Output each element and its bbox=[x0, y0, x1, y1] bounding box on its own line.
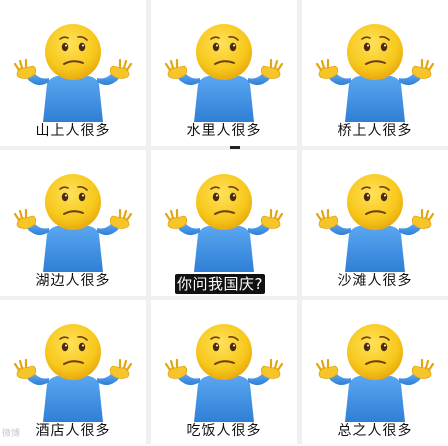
center-caption: 你问我国庆? bbox=[175, 274, 265, 294]
grid-divider bbox=[0, 146, 448, 150]
tile-caption: 湖边人很多 bbox=[35, 273, 111, 289]
tile-beach: 沙滩人很多 bbox=[302, 150, 448, 296]
tile-water: 水里人很多 bbox=[151, 0, 297, 146]
tile-caption: 沙滩人很多 bbox=[337, 273, 413, 289]
shrug-emoji-icon bbox=[164, 172, 284, 272]
grid-divider bbox=[297, 0, 302, 444]
small-mark bbox=[230, 146, 240, 149]
watermark: 微博 bbox=[2, 429, 21, 439]
shrug-emoji-icon bbox=[315, 172, 435, 272]
shrug-emoji-icon bbox=[164, 322, 284, 422]
tile-caption: 酒店人很多 bbox=[35, 423, 111, 439]
tile-dining: 吃饭人很多 bbox=[151, 300, 297, 446]
shrug-emoji-icon bbox=[164, 22, 284, 122]
tile-caption: 水里人很多 bbox=[186, 123, 262, 139]
shrug-emoji-icon bbox=[13, 172, 133, 272]
tile-caption: 桥上人很多 bbox=[337, 123, 413, 139]
tile-mountain: 山上人很多 bbox=[0, 0, 146, 146]
shrug-emoji-icon bbox=[13, 322, 133, 422]
tile-caption: 总之人很多 bbox=[337, 423, 413, 439]
tile-lake: 湖边人很多 bbox=[0, 150, 146, 296]
shrug-emoji-icon bbox=[315, 322, 435, 422]
tile-caption: 吃饭人很多 bbox=[186, 423, 262, 439]
shrug-emoji-icon bbox=[315, 22, 435, 122]
tile-caption: 山上人很多 bbox=[35, 123, 111, 139]
shrug-emoji-icon bbox=[13, 22, 133, 122]
emoji-grid: 山上人很多 水里人很多 桥上人很多 湖边人很多 沙滩人很多 酒店人很多 吃饭人很… bbox=[0, 0, 448, 446]
grid-divider bbox=[0, 296, 448, 300]
tile-bridge: 桥上人很多 bbox=[302, 0, 448, 146]
tile-summary: 总之人很多 bbox=[302, 300, 448, 446]
tile-hotel: 酒店人很多 bbox=[0, 300, 146, 446]
grid-divider bbox=[146, 0, 151, 444]
